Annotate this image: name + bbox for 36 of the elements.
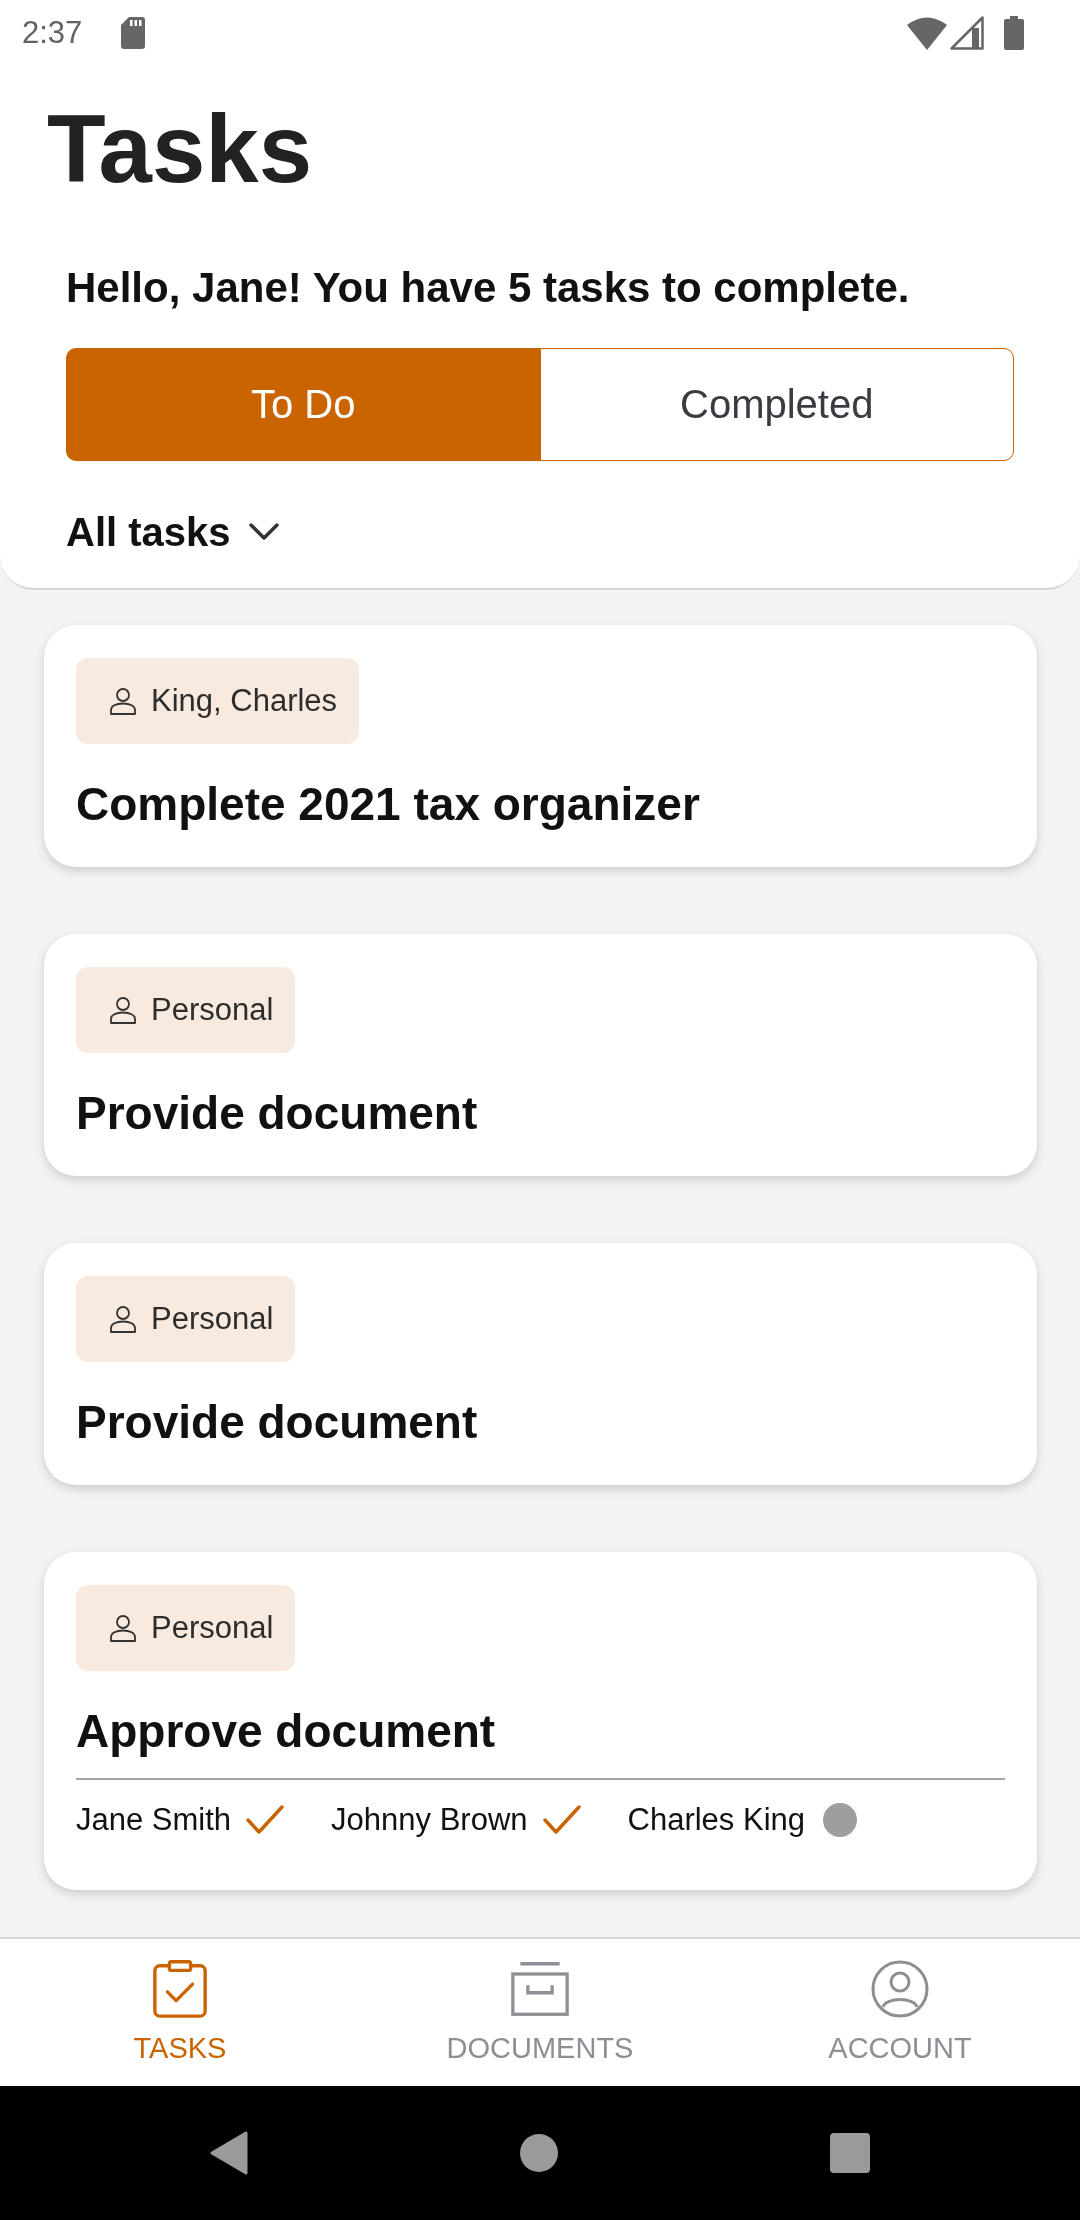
status-time: 2:37 [22, 15, 83, 51]
task-title: Complete 2021 tax organizer [76, 777, 700, 832]
sd-card-icon [121, 17, 146, 49]
approver-name: Charles King [627, 1801, 805, 1839]
task-tag-label: King, Charles [151, 683, 338, 719]
wifi-icon [907, 16, 947, 50]
task-card[interactable]: Personal Approve document Jane Smith Johnny Brown Charles King [44, 1552, 1037, 1890]
archive-box-icon [511, 1960, 569, 2018]
task-tag-label: Personal [151, 992, 274, 1028]
person-icon [109, 1614, 137, 1642]
task-title: Provide document [76, 1395, 478, 1450]
segment-tab[interactable]: Completed [539, 348, 1014, 461]
nav-tab[interactable]: TASKS [133, 1960, 227, 2065]
person-circle-icon [871, 1960, 929, 2018]
person-icon [109, 687, 137, 715]
task-card[interactable]: Personal Provide document [44, 1243, 1037, 1485]
segment-tab[interactable]: To Do [66, 348, 540, 461]
task-card[interactable]: King, Charles Complete 2021 tax organizer [44, 625, 1037, 867]
task-title: Approve document [76, 1704, 496, 1759]
person-icon [109, 996, 137, 1024]
approver-name: Johnny Brown [331, 1801, 528, 1839]
filter-dropdown[interactable]: All tasks [66, 507, 279, 557]
approver-name: Jane Smith [76, 1801, 232, 1839]
task-title: Provide document [76, 1086, 478, 1141]
page-title: Tasks [47, 94, 313, 204]
signal-icon [950, 16, 984, 50]
chevron-down-icon [248, 523, 279, 541]
battery-icon [1004, 16, 1024, 50]
person-icon [109, 1305, 137, 1333]
greeting-text: Hello, Jane! You have 5 tasks to complete. [66, 263, 910, 313]
back-icon[interactable] [210, 2131, 248, 2175]
task-tag-label: Personal [151, 1610, 274, 1646]
clipboard-check-icon [151, 1960, 209, 2018]
task-tag-label: Personal [151, 1301, 274, 1337]
home-circle-icon[interactable] [520, 2134, 558, 2172]
task-card[interactable]: Personal Provide document [44, 934, 1037, 1176]
